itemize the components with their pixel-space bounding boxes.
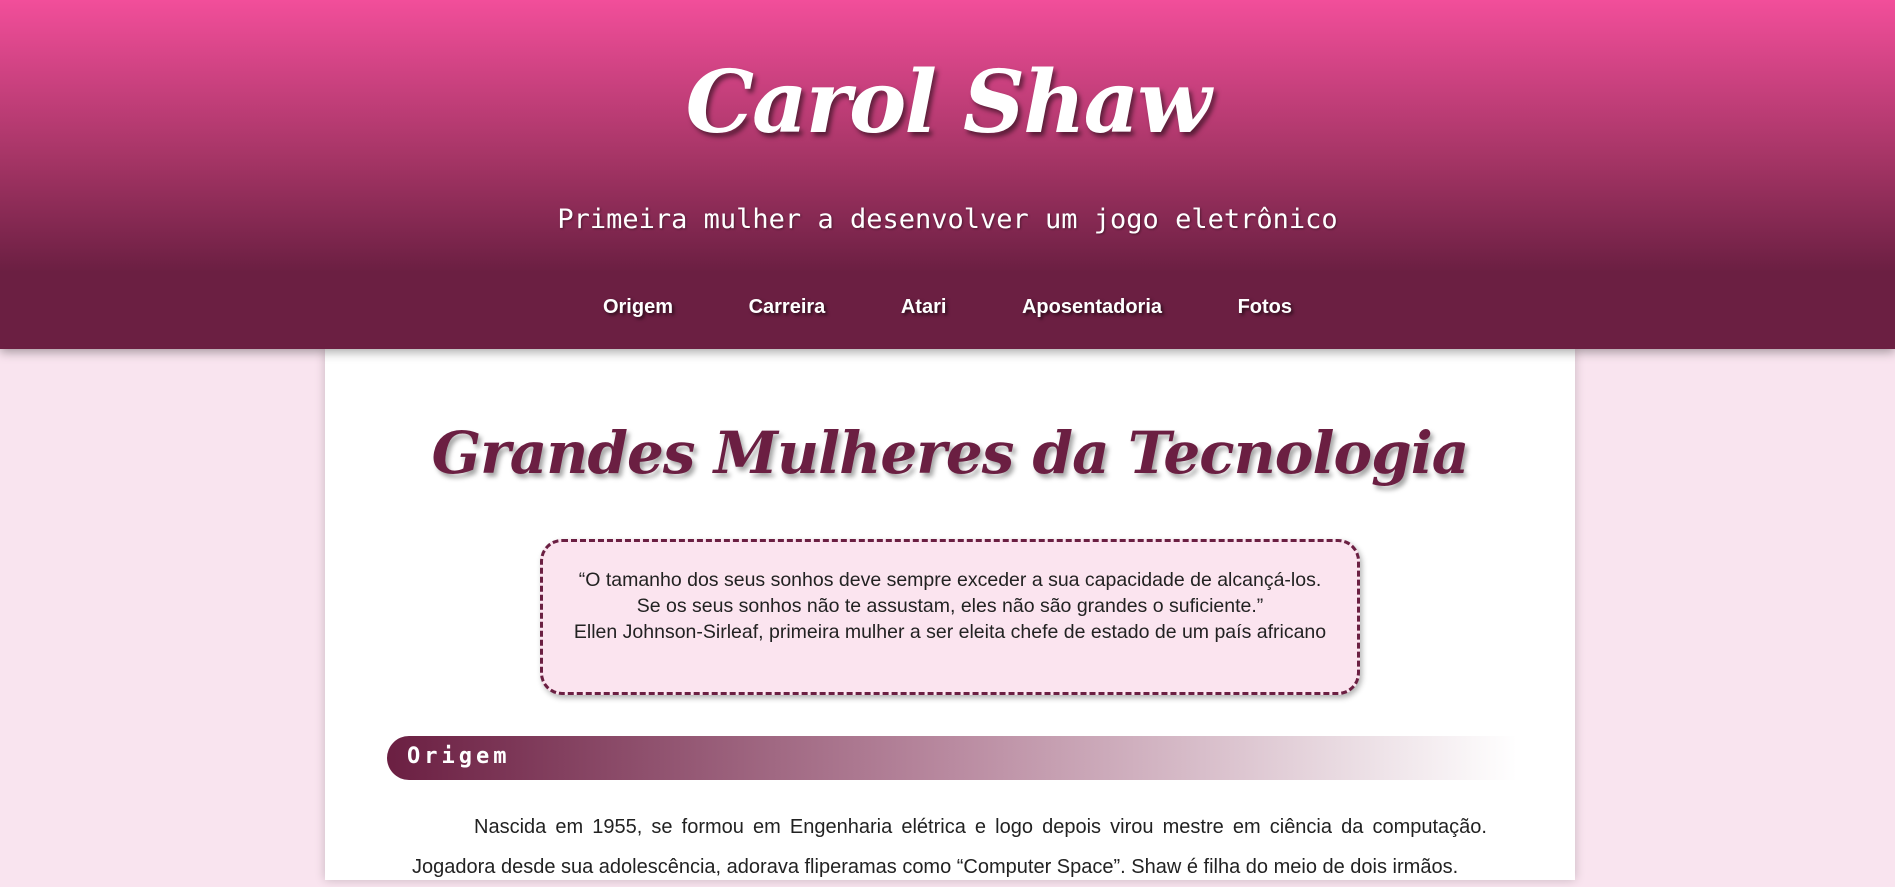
section-header-origem: Origem	[387, 736, 1517, 780]
nav-link-fotos[interactable]: Fotos	[1238, 296, 1292, 319]
nav-link-atari[interactable]: Atari	[901, 296, 947, 319]
page-heading: Grandes Mulheres da Tecnologia	[431, 419, 1470, 487]
section-title: Origem	[407, 744, 511, 769]
quote-line: Se os seus sonhos não te assustam, eles …	[636, 595, 1264, 617]
nav-link-aposentadoria[interactable]: Aposentadoria	[1022, 296, 1162, 319]
quote-box: “O tamanho dos seus sonhos deve sempre e…	[540, 539, 1360, 695]
site-subtitle: Primeira mulher a desenvolver um jogo el…	[557, 204, 1338, 235]
site-header: Carol Shaw Primeira mulher a desenvolver…	[0, 0, 1895, 349]
content-card: Grandes Mulheres da Tecnologia “O tamanh…	[325, 349, 1575, 880]
quote-attribution: Ellen Johnson-Sirleaf, primeira mulher a…	[573, 621, 1327, 643]
site-title: Carol Shaw	[685, 52, 1212, 153]
main-nav: Origem Carreira Atari Aposentadoria Foto…	[0, 296, 1895, 319]
nav-link-origem[interactable]: Origem	[603, 296, 673, 319]
nav-link-carreira[interactable]: Carreira	[749, 296, 826, 319]
section-paragraph: Nascida em 1955, se formou em Engenharia…	[412, 816, 1487, 878]
quote-line: “O tamanho dos seus sonhos deve sempre e…	[578, 569, 1322, 591]
